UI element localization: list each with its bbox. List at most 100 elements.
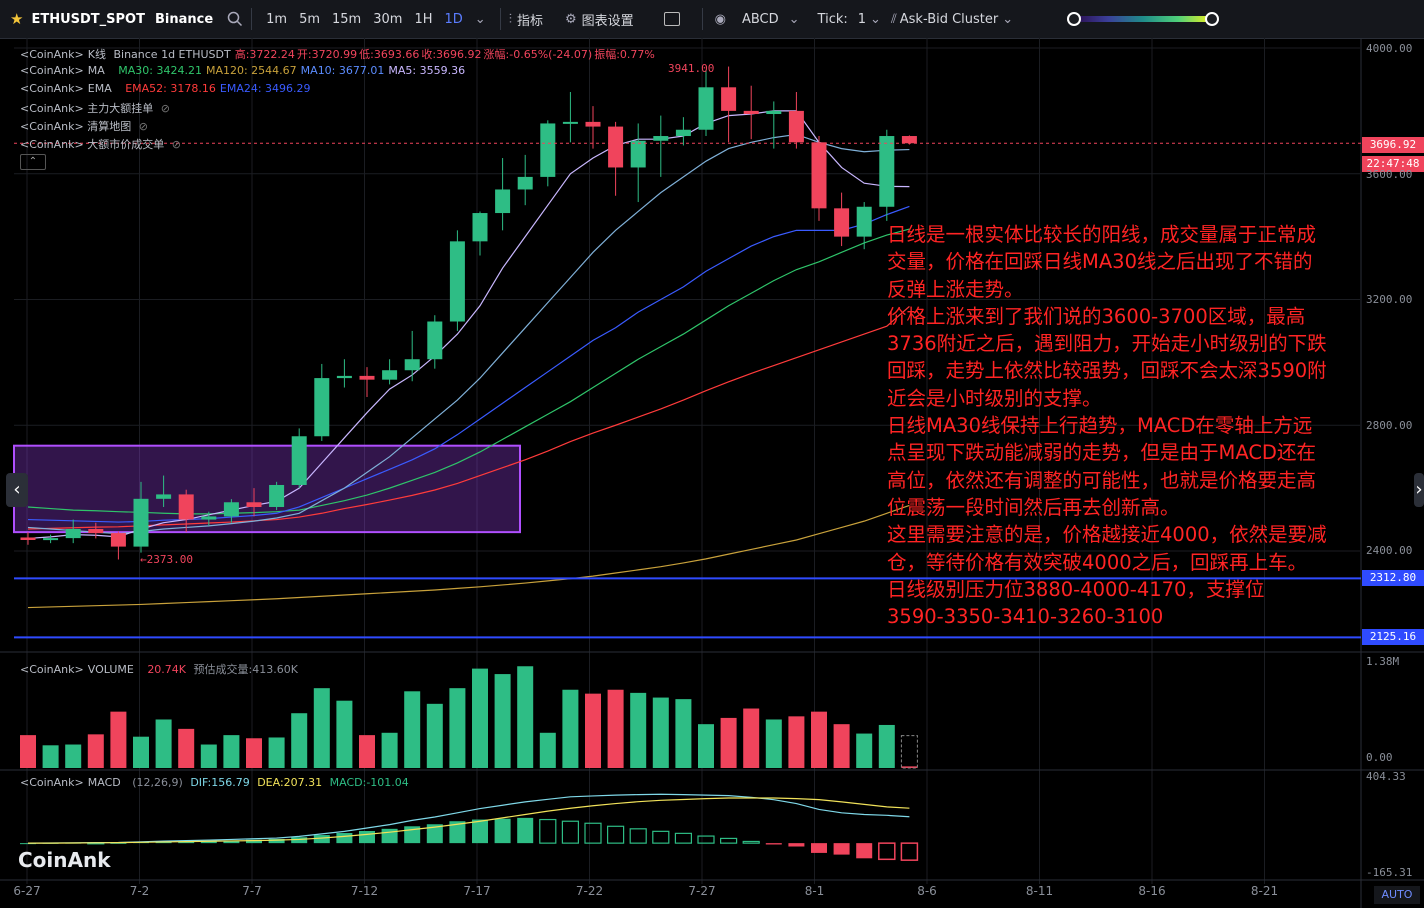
symbol-label[interactable]: ETHUSDT_SPOT: [23, 0, 145, 38]
heatmap-range-slider[interactable]: [1013, 0, 1220, 38]
x-axis-label: 7-17: [463, 884, 491, 898]
volume-bar: [42, 745, 59, 768]
legend-low: 低:3693.66: [359, 48, 420, 61]
indicators-button[interactable]: ⫶ 指标: [509, 0, 543, 38]
annotation-line: 这里需要注意的是，价格越接近4000，依然是要减: [887, 523, 1327, 547]
candle-body: [449, 241, 465, 322]
settings-icon: ⚙: [564, 11, 577, 27]
candle-body: [608, 126, 624, 168]
search-icon[interactable]: [213, 0, 243, 38]
slider-handle-right[interactable]: [1205, 12, 1220, 26]
timeframe-1D[interactable]: 1D: [439, 12, 469, 27]
eye-hidden-icon[interactable]: ⊘: [161, 102, 170, 115]
candle-body: [811, 142, 827, 209]
timeframe-1m[interactable]: 1m: [260, 12, 293, 27]
indicator-icon: ⫶: [508, 11, 512, 27]
tick-value: 1: [857, 11, 867, 27]
x-axis-label: 7-7: [242, 884, 262, 898]
legend-row-orders: <CoinAnk> 主力大额挂单 ⊘: [20, 100, 174, 116]
timeframe-15m[interactable]: 15m: [326, 12, 367, 27]
candle-body: [495, 189, 511, 214]
annotation-text: 日线是一根实体比较长的阳线，成交量属于正常成 交量，价格在回踩日线MA30线之后出…: [887, 221, 1357, 630]
level-tag-2: 2125.16: [1362, 629, 1424, 645]
brand-watermark: CoinAnk: [18, 848, 111, 872]
timeframe-5m[interactable]: 5m: [293, 12, 326, 27]
slider-handle-left[interactable]: [1067, 12, 1082, 26]
x-axis-label: 7-27: [688, 884, 716, 898]
timeframe-1H[interactable]: 1H: [408, 12, 438, 27]
candle-body: [879, 136, 895, 207]
legend-prefix: <CoinAnk>: [20, 776, 84, 789]
volume-legend: <CoinAnk> VOLUME 20.74K 预估成交量:413.60K: [20, 661, 302, 677]
volume-bar: [87, 734, 104, 768]
candle-body: [201, 516, 217, 520]
auto-scale-button[interactable]: AUTO: [1374, 886, 1420, 904]
macd-hist-bar: [856, 843, 873, 859]
chevron-down-icon[interactable]: ⌄: [469, 0, 492, 38]
eye-icon[interactable]: ◉: [711, 0, 726, 38]
legend-amplitude: 振幅:0.77%: [594, 48, 655, 61]
x-axis-label: 7-22: [575, 884, 604, 898]
candle-body: [88, 528, 104, 534]
price-axis-label: 2800.00: [1366, 419, 1413, 432]
legend-name: MACD: [87, 776, 121, 789]
high-marker: 3941.00: [668, 62, 715, 75]
candle-body: [856, 206, 872, 237]
abcd-dropdown[interactable]: ABCD ⌄: [726, 0, 800, 38]
current-price-tag: 3696.92: [1362, 137, 1424, 153]
level-tag-1: 2312.80: [1362, 570, 1424, 586]
volume-bars: [20, 666, 918, 769]
annotation-line: 3590-3350-3410-3260-3100: [887, 605, 1164, 629]
volume-bar: [404, 691, 421, 768]
candle-body: [43, 538, 59, 541]
volume-bar: [878, 724, 895, 768]
legend-name: K线: [87, 48, 106, 61]
legend-item: MA30: 3424.21: [118, 64, 202, 77]
legend-change: 涨幅:-0.65%(-24.07): [483, 48, 593, 61]
cluster-icon: ⫽: [890, 11, 897, 27]
favorite-star-icon[interactable]: ★: [0, 0, 23, 38]
annotation-line: 交量，价格在回踩日线MA30线之后出现了不错的: [887, 250, 1313, 274]
x-axis-label: 8-21: [1250, 884, 1279, 898]
volume-bar: [585, 693, 601, 768]
macd-hist-bar: [742, 840, 760, 844]
macd-dif: DIF:156.79: [190, 776, 250, 789]
volume-bar: [313, 688, 330, 768]
chart-settings-button[interactable]: ⚙ 图表设置: [543, 0, 634, 38]
annotation-line: 3736附近之后，遇到阻力，开始走小时级别的下跌: [887, 332, 1327, 356]
annotation-line: 日线级别压力位3880-4000-4170，支撑位: [887, 577, 1265, 601]
macd-hist-bar: [517, 817, 534, 844]
eye-hidden-icon[interactable]: ⊘: [172, 138, 181, 151]
indicators-label: 指标: [516, 13, 543, 29]
collapse-legend-button[interactable]: ⌃: [20, 154, 46, 170]
volume-bar: [833, 724, 850, 768]
scroll-right-button[interactable]: ›: [1414, 473, 1424, 507]
exchange-label[interactable]: Binance: [145, 0, 213, 38]
candle-body: [269, 484, 285, 507]
volume-bar: [811, 711, 827, 768]
macd-hist-bar: [336, 833, 353, 844]
x-axis-label: 8-1: [804, 884, 825, 898]
macd-hist-bar: [900, 842, 919, 861]
eye-hidden-icon[interactable]: ⊘: [139, 120, 148, 133]
macd-pane: [20, 793, 919, 861]
x-axis-label: 8-6: [917, 884, 937, 898]
price-axis-label: 2400.00: [1366, 544, 1413, 557]
cluster-dropdown[interactable]: ⫽ Ask-Bid Cluster ⌄: [881, 0, 1013, 38]
timeframe-30m[interactable]: 30m: [367, 12, 408, 27]
tick-dropdown[interactable]: 1 ⌄: [848, 0, 881, 38]
macd-hist-bar: [878, 842, 896, 861]
scroll-left-button[interactable]: ‹: [6, 473, 28, 507]
macd-hist-bar: [833, 843, 850, 855]
candle-body: [743, 110, 759, 115]
divider: [251, 8, 253, 30]
volume-bar: [630, 692, 647, 768]
candle-body: [472, 213, 488, 242]
volume-estimate: 预估成交量:413.60K: [193, 663, 298, 676]
kline-legend: <CoinAnk> K线 Binance 1d ETHUSDT 高:3722.24 开…: [20, 46, 659, 62]
candle-body: [653, 136, 669, 141]
fullscreen-checkbox[interactable]: [634, 0, 680, 38]
annotation-line: 高位，依然还有调整的可能性，也就是价格要走高: [887, 468, 1317, 492]
legend-high: 高:3722.24: [234, 48, 295, 61]
volume-bar: [562, 689, 579, 768]
